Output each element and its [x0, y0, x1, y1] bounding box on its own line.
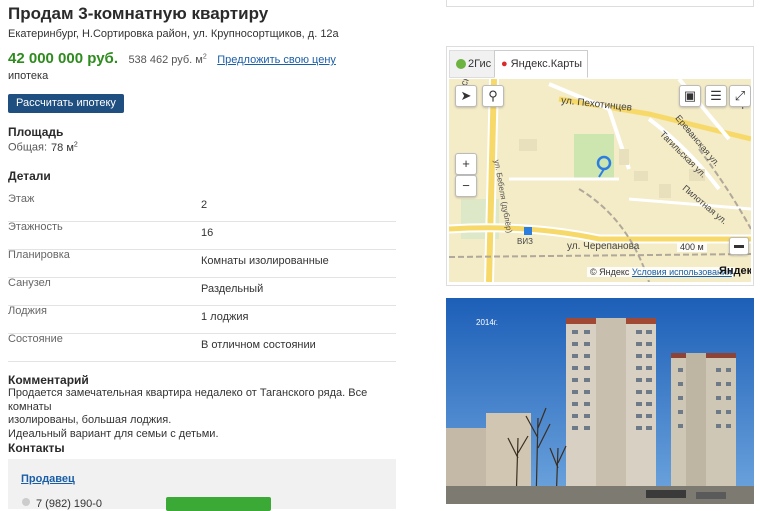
- building-photo-image: [446, 298, 754, 504]
- 2gis-logo-icon: [456, 59, 466, 70]
- locate-me-icon[interactable]: ➤: [455, 85, 477, 107]
- phone-number: 7 (982) 190-0: [36, 498, 103, 510]
- layers-icon[interactable]: ☰: [705, 85, 727, 107]
- map-copyright: © Яндекс Условия использования: [587, 267, 735, 277]
- listing-photo[interactable]: 2014г.: [446, 298, 754, 504]
- map-panel: 2Гис ● Яндекс.Карты ул. Бебеля (дублёр) …: [446, 46, 754, 286]
- page-title: Продам 3-комнатную квартиру: [8, 4, 269, 23]
- show-phone-button[interactable]: [166, 497, 271, 511]
- street-label-cherepanova: ул. Черепанова: [567, 241, 640, 252]
- area-value: Общая: 78 м2: [8, 141, 78, 154]
- seller-link[interactable]: Продавец: [21, 473, 75, 485]
- photo-year-badge: 2014г.: [476, 318, 498, 327]
- detail-row-condition: Состояние В отличном состоянии: [8, 333, 396, 362]
- map-scale: 400 м: [677, 242, 707, 252]
- fullscreen-icon[interactable]: ⤢: [729, 85, 751, 107]
- price-per-m2: 538 462 руб. м2: [128, 53, 207, 66]
- terms-link[interactable]: Условия использования: [632, 267, 732, 277]
- detail-row-floors: Этажность 16: [8, 221, 396, 250]
- metro-label: ВИЗ: [517, 237, 533, 246]
- detail-row-loggia: Лоджия 1 лоджия: [8, 305, 396, 334]
- metro-icon: [524, 227, 532, 235]
- comment-text: Продается замечательная квартира недалек…: [8, 387, 368, 440]
- zoom-out-button[interactable]: −: [455, 175, 477, 197]
- contacts-heading: Контакты: [8, 441, 65, 455]
- zoom-in-button[interactable]: +: [455, 153, 477, 175]
- calculate-mortgage-button[interactable]: Рассчитать ипотеку: [8, 94, 124, 113]
- comment-heading: Комментарий: [8, 373, 89, 387]
- detail-row-bathroom: Санузел Раздельный: [8, 277, 396, 306]
- detail-row-floor: Этаж 2: [8, 193, 396, 222]
- yandex-map[interactable]: йская ул. ул. Бебеля (дублёр) ул. Пехоти…: [449, 79, 751, 282]
- map-layer-icon[interactable]: ▣: [679, 85, 701, 107]
- price: 42 000 000 руб.: [8, 50, 118, 67]
- detail-row-layout: Планировка Комнаты изолированные: [8, 249, 396, 278]
- tab-yandex-maps[interactable]: ● Яндекс.Карты: [494, 50, 588, 78]
- address: Екатеринбург, Н.Сортировка район, ул. Кр…: [8, 28, 339, 40]
- offer-price-link[interactable]: Предложить свою цену: [217, 54, 336, 66]
- top-widget-box: [446, 0, 754, 7]
- map-pin-icon: ●: [501, 58, 508, 70]
- yandex-logo: Яндекс: [719, 265, 751, 277]
- area-heading: Площадь: [8, 125, 64, 139]
- ruler-icon[interactable]: ▬: [729, 237, 749, 255]
- phone-icon: [22, 498, 30, 506]
- mortgage-note: ипотека: [8, 70, 49, 82]
- details-heading: Детали: [8, 169, 51, 183]
- search-icon[interactable]: ⚲: [482, 85, 504, 107]
- price-block: 42 000 000 руб. 538 462 руб. м2 Предложи…: [8, 50, 336, 68]
- park-area: [574, 134, 614, 179]
